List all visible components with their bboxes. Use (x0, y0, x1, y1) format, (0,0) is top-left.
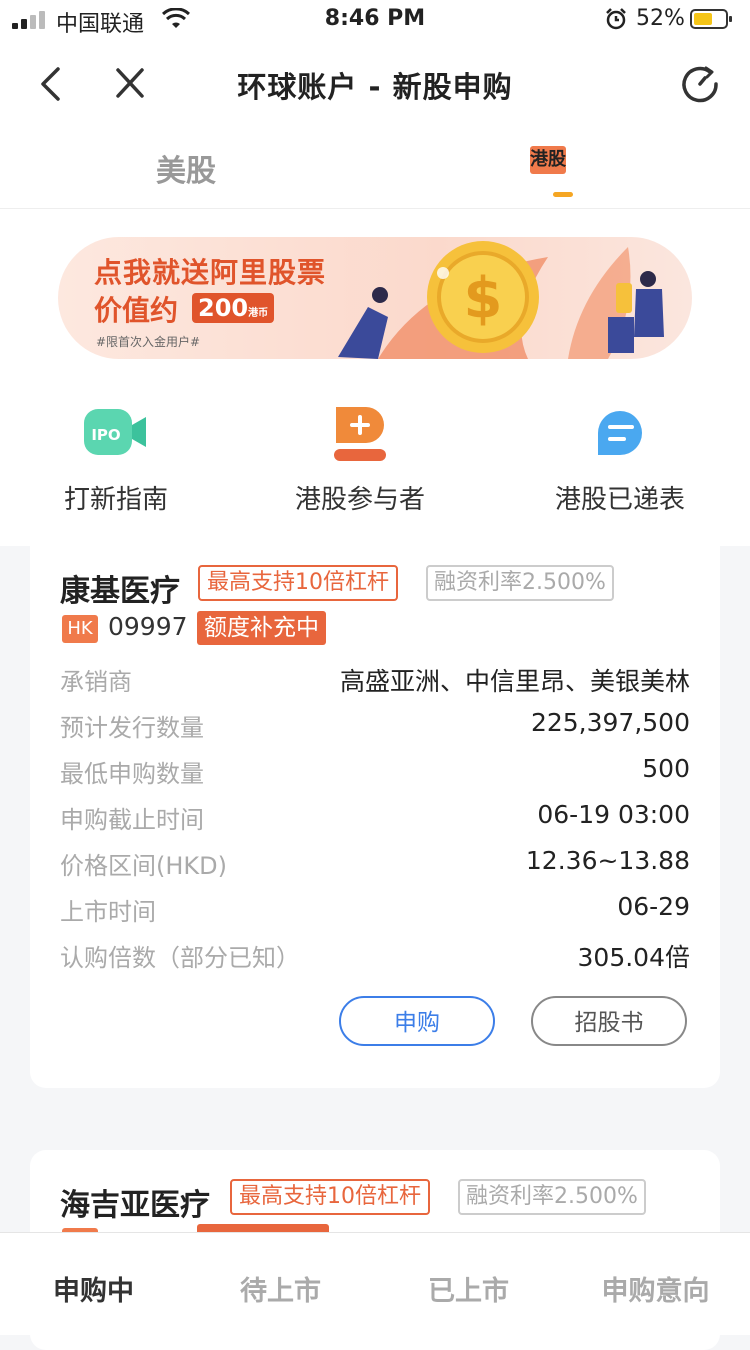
info-row-price-range: 价格区间(HKD) 12.36~13.88 (60, 846, 690, 886)
refresh-icon[interactable] (680, 64, 720, 104)
info-row-subscription: 认购倍数（部分已知） 305.04倍 (60, 938, 690, 978)
row-value: 06-29 (617, 892, 690, 921)
svg-text:$: $ (464, 266, 503, 331)
info-row-min-lot: 最低申购数量 500 (60, 754, 690, 794)
row-value: 06-19 03:00 (537, 800, 690, 829)
active-tab-indicator (553, 192, 573, 197)
top-section: $ 点我就送阿里股票 价值约 200港币 #限首次入金用户# IPO 打新指南 … (0, 209, 750, 546)
tab-subscribing[interactable]: 申购中 (0, 1269, 187, 1308)
row-label: 上市时间 (60, 898, 156, 926)
ipo-card[interactable]: 康基医疗 最高支持10倍杠杆 融资利率2.500% HK 09997 额度补充中… (30, 546, 720, 1088)
list-bubble-icon (598, 411, 642, 455)
info-row-underwriter: 承销商 高盛亚洲、中信里昂、美银美林 (60, 662, 690, 702)
tab-listed[interactable]: 已上市 (375, 1269, 562, 1308)
banner-amount-badge: 200港币 (192, 293, 275, 323)
market-tabs: 美股 港股 (0, 128, 750, 209)
battery-icon (690, 9, 732, 29)
row-label: 申购截止时间 (60, 806, 204, 834)
tab-subscription-intent[interactable]: 申购意向 (562, 1269, 749, 1308)
prospectus-button[interactable]: 招股书 (531, 996, 687, 1046)
tab-hk-stocks[interactable]: 港股 (530, 146, 566, 174)
rate-tag: 融资利率2.500% (426, 565, 614, 601)
row-value: 12.36~13.88 (525, 846, 690, 875)
alarm-icon (606, 8, 626, 30)
row-label: 认购倍数（部分已知） (60, 944, 300, 972)
nav-bar: 环球账户 - 新股申购 (0, 40, 750, 128)
bottom-tab-bar: 申购中 待上市 已上市 申购意向 (0, 1232, 750, 1335)
banner-amount: 200 (198, 294, 249, 322)
row-label: 预计发行数量 (60, 714, 204, 742)
banner-decoration: $ (338, 241, 664, 359)
row-label: 承销商 (60, 668, 132, 696)
row-label: 价格区间(HKD) (60, 852, 227, 880)
apply-button[interactable]: 申购 (339, 996, 495, 1046)
row-value: 500 (642, 754, 690, 783)
svg-text:IPO: IPO (91, 426, 120, 444)
page-title: 环球账户 - 新股申购 (237, 70, 513, 104)
info-row-issue-size: 预计发行数量 225,397,500 (60, 708, 690, 748)
row-value: 225,397,500 (530, 708, 690, 737)
leverage-tag: 最高支持10倍杠杆 (230, 1179, 430, 1215)
company-name: 康基医疗 (60, 574, 180, 609)
tab-pending-listing[interactable]: 待上市 (187, 1269, 374, 1308)
quicklink-label: 打新指南 (63, 485, 168, 515)
row-label: 最低申购数量 (60, 760, 204, 788)
status-badge: 额度补充中 (197, 611, 326, 645)
banner-headline: 点我就送阿里股票 (94, 256, 327, 289)
tab-us-stocks[interactable]: 美股 (156, 146, 216, 190)
info-row-listing-date: 上市时间 06-29 (60, 892, 690, 932)
row-value: 高盛亚洲、中信里昂、美银美林 (339, 667, 690, 696)
ipo-video-icon: IPO (84, 409, 146, 455)
quicklink-label: 港股参与者 (294, 485, 425, 515)
banner-unit: 港币 (248, 308, 269, 319)
status-bar: 中国联通 8:46 PM 52% (0, 0, 750, 40)
person-plus-icon (334, 407, 386, 461)
stock-code: 09997 (108, 612, 188, 641)
quicklink-label: 港股已递表 (554, 485, 685, 515)
market-badge: HK (62, 615, 98, 643)
banner-subline: 价值约 (94, 294, 179, 327)
rate-tag: 融资利率2.500% (458, 1179, 646, 1215)
company-name: 海吉亚医疗 (60, 1188, 210, 1223)
banner-note: #限首次入金用户# (96, 335, 201, 349)
row-value: 305.04倍 (577, 943, 690, 972)
promo-banner[interactable]: $ 点我就送阿里股票 价值约 200港币 #限首次入金用户# (58, 237, 692, 359)
leverage-tag: 最高支持10倍杠杆 (198, 565, 398, 601)
battery-percent: 52% (636, 6, 685, 31)
info-row-deadline: 申购截止时间 06-19 03:00 (60, 800, 690, 840)
